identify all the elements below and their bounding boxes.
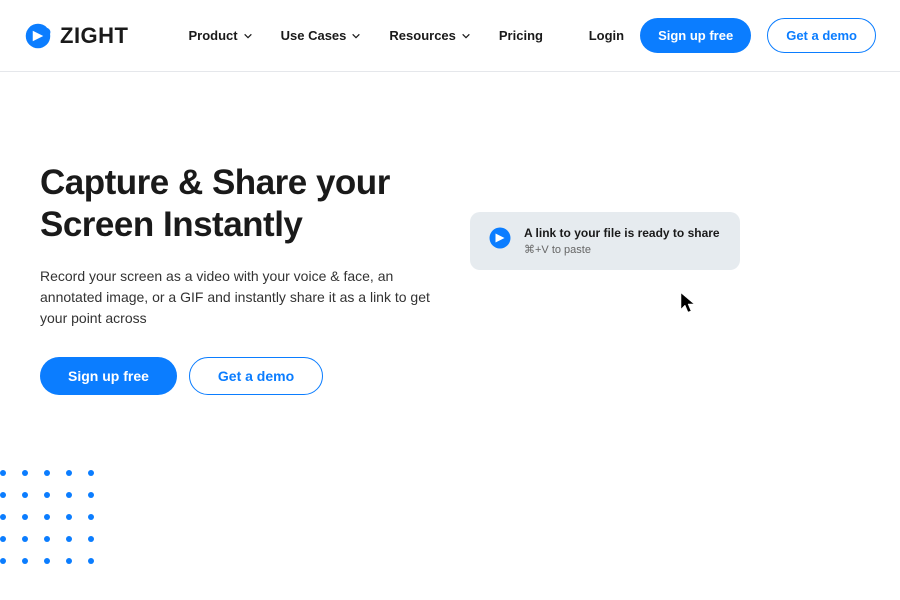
login-link[interactable]: Login: [589, 28, 624, 43]
nav-label: Pricing: [499, 28, 543, 43]
nav-use-cases[interactable]: Use Cases: [281, 28, 362, 43]
hero-visual: A link to your file is ready to share ⌘+…: [450, 162, 860, 395]
hero-title: Capture & Share your Screen Instantly: [40, 162, 450, 246]
nav-product[interactable]: Product: [189, 28, 253, 43]
hero-signup-button[interactable]: Sign up free: [40, 357, 177, 395]
nav-label: Product: [189, 28, 238, 43]
header-actions: Login Sign up free Get a demo: [589, 18, 876, 53]
hero-cta-group: Sign up free Get a demo: [40, 357, 450, 395]
nav-label: Use Cases: [281, 28, 347, 43]
main-nav: Product Use Cases Resources Pricing: [189, 28, 543, 43]
hero-description: Record your screen as a video with your …: [40, 266, 450, 329]
notification-subtitle: ⌘+V to paste: [524, 243, 722, 256]
hero-demo-button[interactable]: Get a demo: [189, 357, 323, 395]
hero-content: Capture & Share your Screen Instantly Re…: [40, 162, 450, 395]
zight-logo-icon: [488, 226, 512, 250]
zight-logo-icon: [24, 22, 52, 50]
hero-section: Capture & Share your Screen Instantly Re…: [0, 72, 900, 395]
demo-button[interactable]: Get a demo: [767, 18, 876, 53]
brand-name: ZIGHT: [60, 23, 129, 49]
notification-card: A link to your file is ready to share ⌘+…: [470, 212, 740, 270]
chevron-down-icon: [351, 31, 361, 41]
notification-title: A link to your file is ready to share: [524, 226, 722, 240]
cursor-icon: [680, 292, 698, 314]
chevron-down-icon: [243, 31, 253, 41]
signup-button[interactable]: Sign up free: [640, 18, 751, 53]
nav-resources[interactable]: Resources: [389, 28, 470, 43]
decorative-dots: [0, 470, 110, 580]
logo[interactable]: ZIGHT: [24, 22, 129, 50]
chevron-down-icon: [461, 31, 471, 41]
site-header: ZIGHT Product Use Cases Resources Pricin…: [0, 0, 900, 72]
nav-label: Resources: [389, 28, 455, 43]
notification-text: A link to your file is ready to share ⌘+…: [524, 226, 722, 256]
nav-pricing[interactable]: Pricing: [499, 28, 543, 43]
